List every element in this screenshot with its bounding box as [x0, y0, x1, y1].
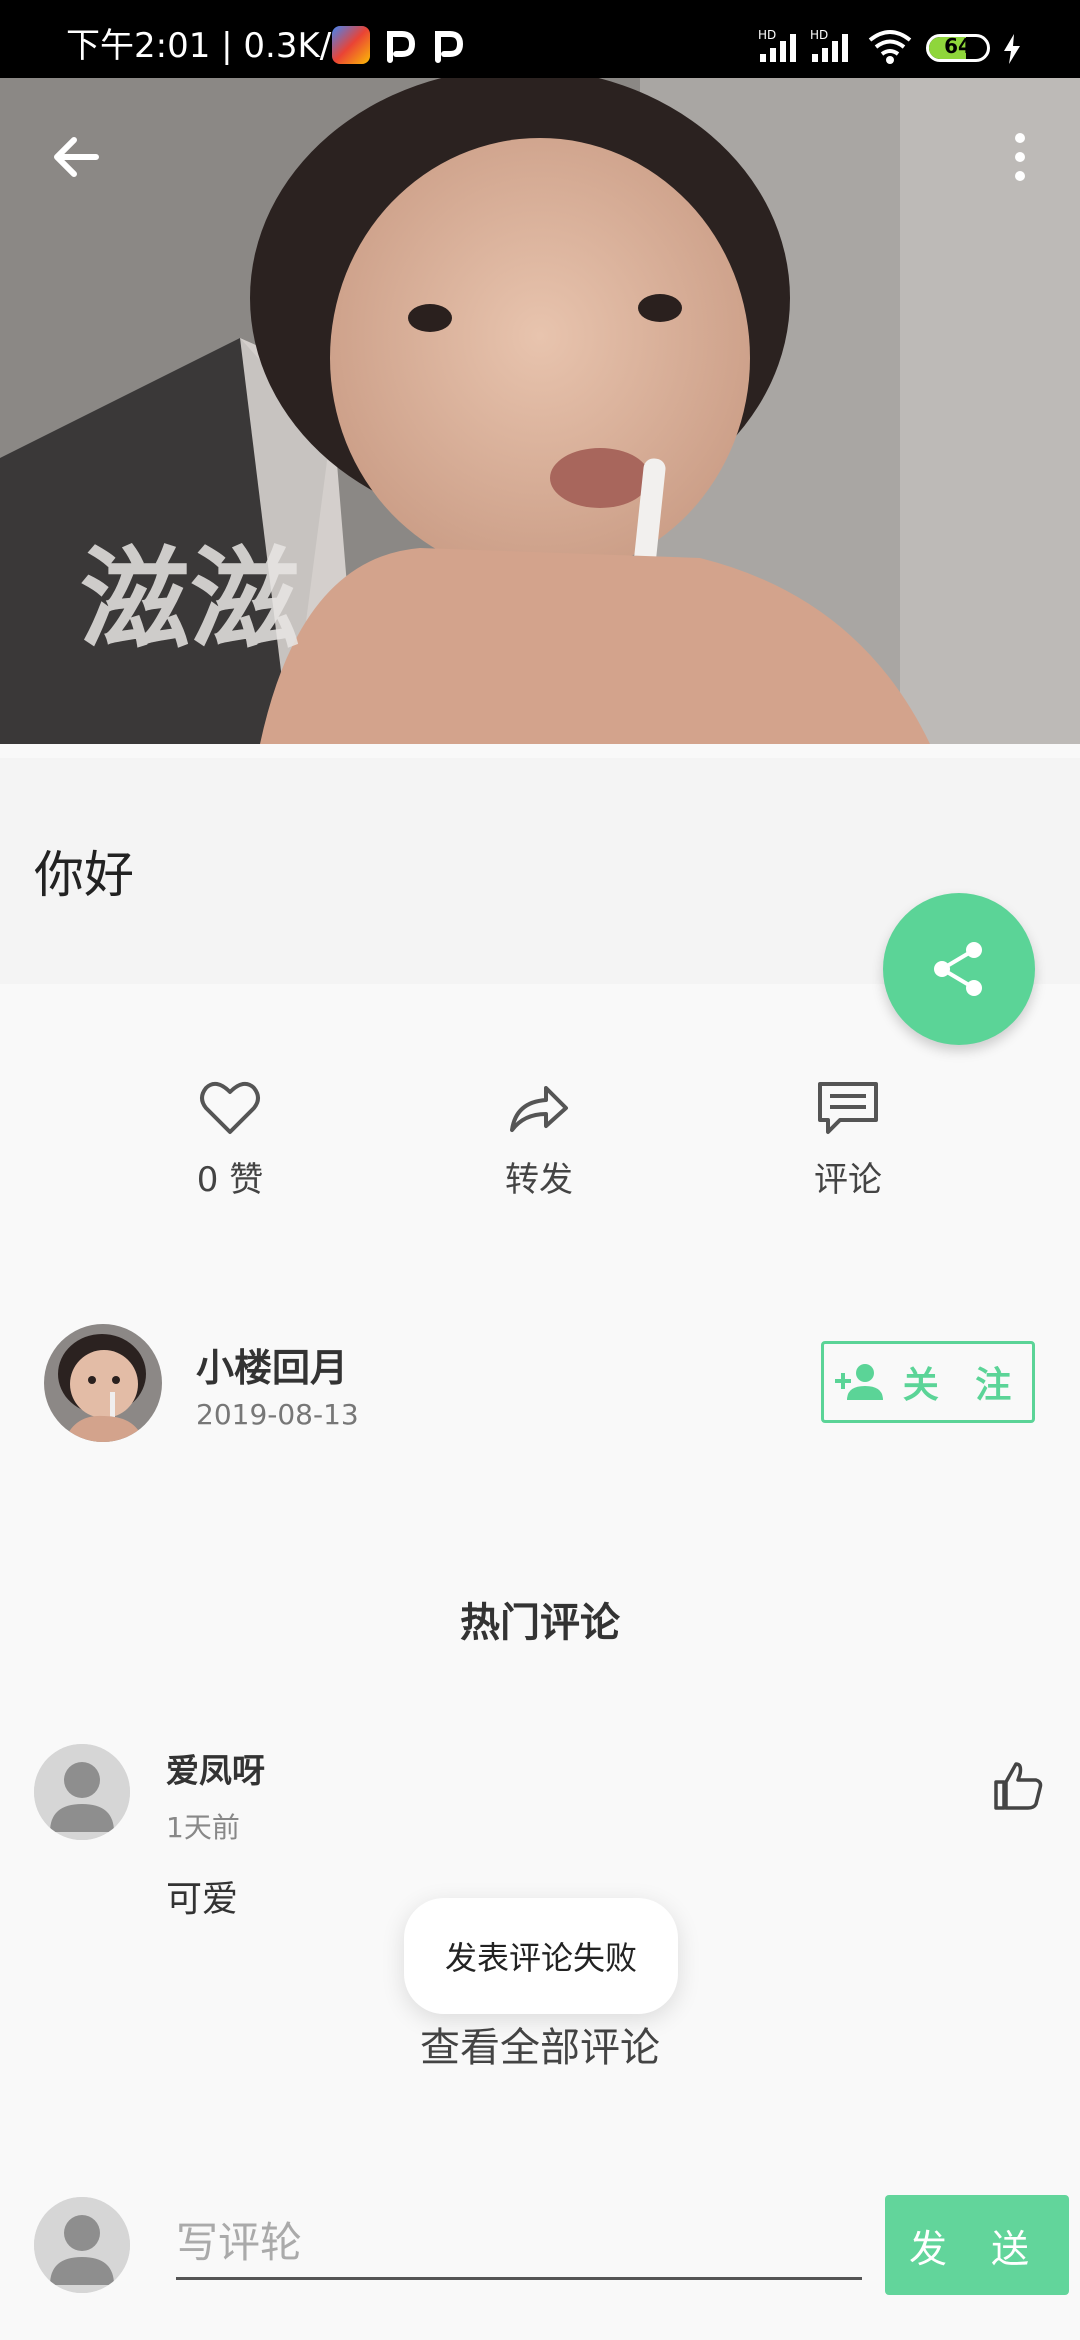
author-name[interactable]: 小楼回月: [196, 1337, 348, 1392]
signal-icon-2: [812, 34, 848, 62]
battery-level: 64: [944, 34, 972, 58]
charging-icon: [1004, 34, 1020, 64]
map-app-icon: [332, 26, 370, 64]
thumbs-up-icon[interactable]: [992, 1760, 1044, 1812]
commenter-name[interactable]: 爱凤呀: [166, 1744, 265, 1792]
repost-label: 转发: [505, 1160, 573, 1200]
view-all-comments-link[interactable]: 查看全部评论: [0, 2015, 1080, 2073]
follow-label: 关 注: [902, 1365, 1024, 1406]
default-user-icon-me: [34, 2197, 130, 2293]
post-image[interactable]: 滋滋: [0, 78, 1080, 744]
comment-text: 可爱: [166, 1879, 239, 1920]
author-avatar[interactable]: [44, 1324, 162, 1442]
my-avatar: [34, 2197, 130, 2293]
add-person-icon: [834, 1364, 883, 1400]
p-app-icon-2: [435, 31, 464, 63]
follow-button[interactable]: 关 注: [821, 1341, 1035, 1423]
hot-comments-title: 热门评论: [460, 1600, 620, 1646]
avatar-image: [44, 1324, 162, 1442]
post-title: 你好: [34, 846, 134, 904]
wifi-icon: [868, 30, 912, 64]
post-date: 2019-08-13: [196, 1398, 359, 1431]
heart-icon: [200, 1081, 260, 1134]
comment-label: 评论: [814, 1160, 882, 1200]
battery-icon: 64: [926, 34, 990, 62]
input-underline: [176, 2277, 862, 2280]
like-action[interactable]: 0 赞: [130, 1078, 330, 1201]
back-arrow-icon[interactable]: [42, 122, 112, 192]
commenter-avatar[interactable]: [34, 1744, 130, 1840]
hero-caption-art: 滋滋: [80, 536, 300, 664]
toast-message: 发表评论失败: [404, 1898, 678, 2014]
status-bar: 下午2:01 | 0.3K/s HD HD 64: [0, 0, 1080, 78]
repost-action[interactable]: 转发: [439, 1078, 639, 1201]
comment-bubble-icon: [818, 1082, 878, 1134]
default-user-icon: [34, 1744, 130, 1840]
like-label: 0 赞: [196, 1160, 264, 1200]
comment-action[interactable]: 评论: [748, 1078, 948, 1201]
signal-icon: [760, 34, 796, 62]
forward-arrow-icon: [510, 1086, 568, 1132]
share-fab-button[interactable]: [883, 893, 1035, 1045]
p-app-icon: [387, 31, 416, 63]
share-icon: [934, 942, 982, 996]
more-vertical-icon[interactable]: [985, 122, 1055, 192]
comment-input[interactable]: [176, 2210, 862, 2274]
baby-photo: 滋滋: [0, 78, 1080, 744]
status-time: 下午2:01 | 0.3K/s: [66, 26, 349, 66]
send-button[interactable]: 发 送: [885, 2195, 1069, 2295]
comment-time: 1天前: [166, 1811, 240, 1844]
